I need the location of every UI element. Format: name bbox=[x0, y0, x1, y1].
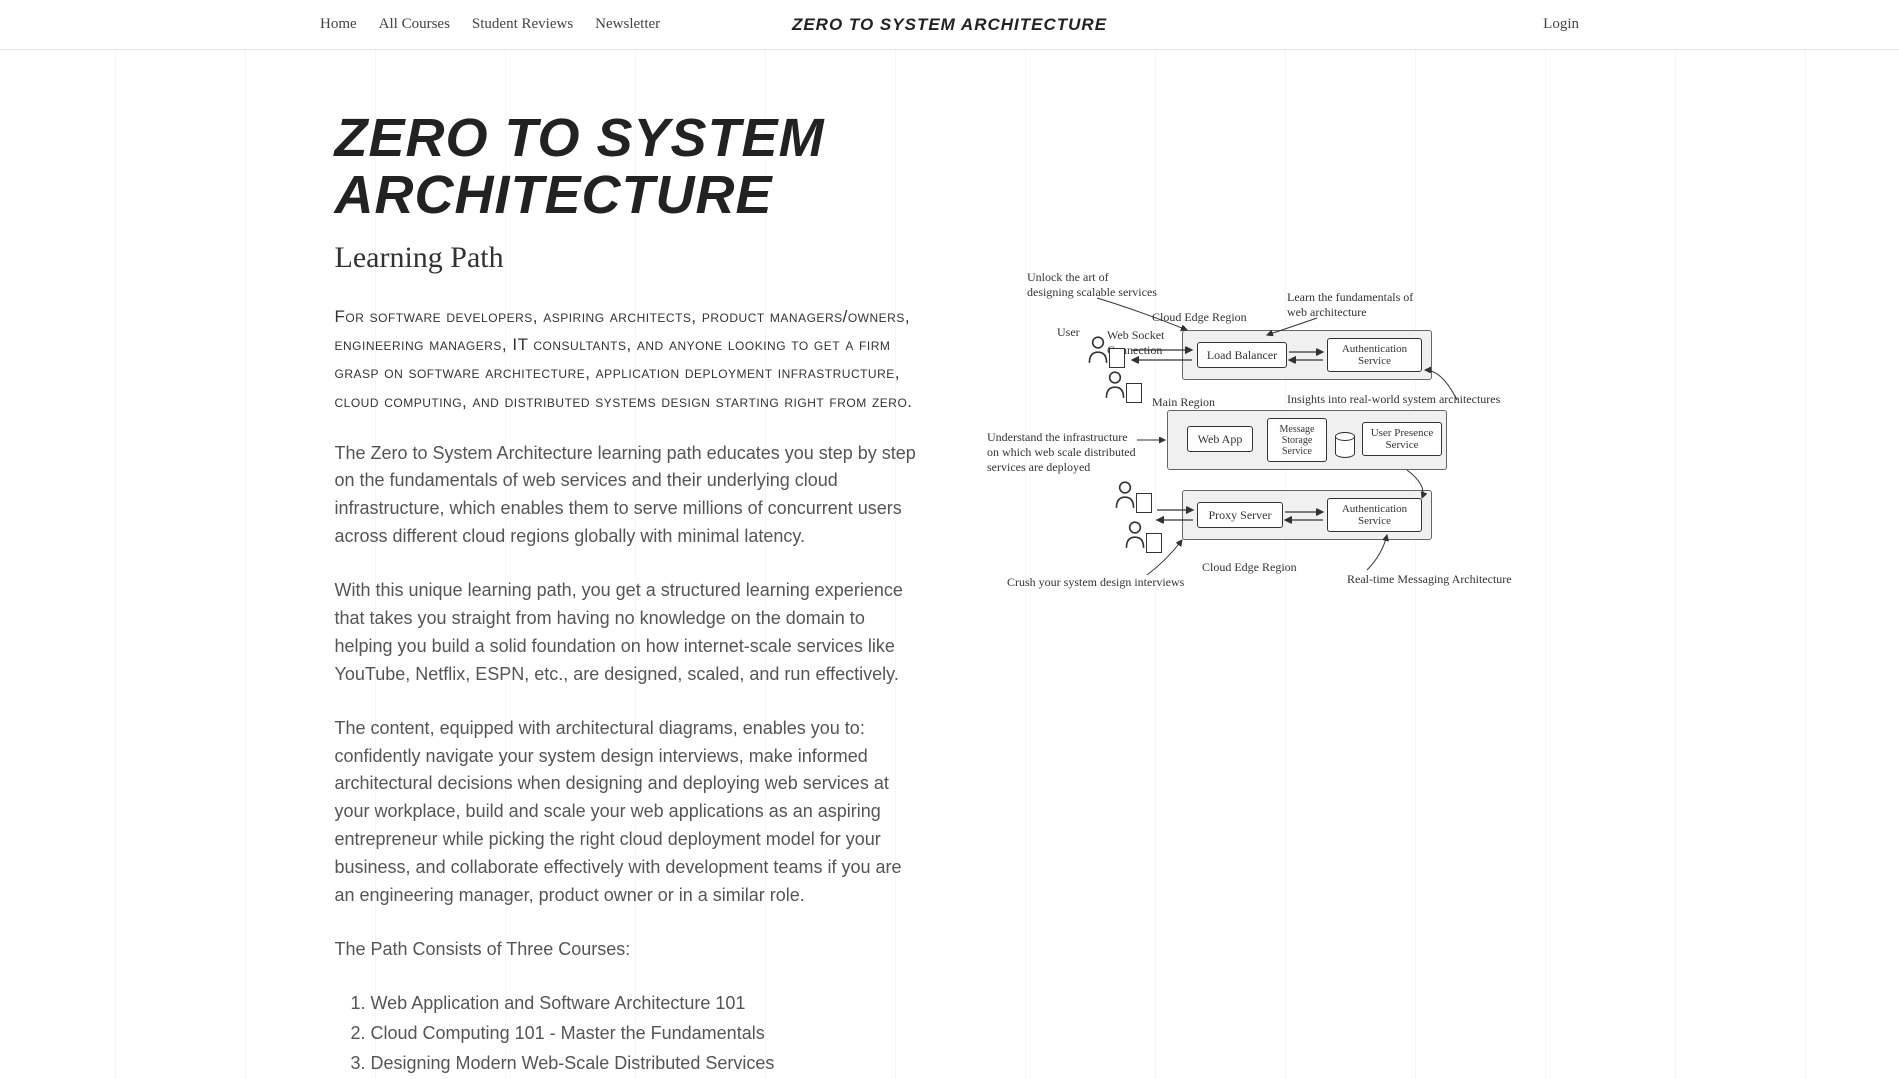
page-title: ZERO TO SYSTEM ARCHITECTURE bbox=[335, 110, 920, 223]
box-web-app: Web App bbox=[1187, 426, 1253, 452]
course-item-2: Cloud Computing 101 - Master the Fundame… bbox=[371, 1020, 920, 1048]
note-cloud-edge-top: Cloud Edge Region bbox=[1152, 310, 1247, 325]
body-paragraph-2: With this unique learning path, you get … bbox=[335, 577, 920, 689]
nav-student-reviews[interactable]: Student Reviews bbox=[472, 16, 573, 33]
body-paragraph-4: The Path Consists of Three Courses: bbox=[335, 936, 920, 964]
architecture-diagram: Unlock the art ofdesigning scalable serv… bbox=[987, 270, 1537, 650]
login-link[interactable]: Login bbox=[1543, 16, 1579, 33]
user-icon-1 bbox=[1085, 335, 1111, 365]
db-icon bbox=[1335, 432, 1355, 458]
note-user: User bbox=[1057, 325, 1080, 340]
course-item-3: Designing Modern Web-Scale Distributed S… bbox=[371, 1050, 920, 1078]
nav-all-courses[interactable]: All Courses bbox=[379, 16, 450, 33]
page-subtitle: Learning Path bbox=[335, 241, 920, 275]
body-paragraph-1: The Zero to System Architecture learning… bbox=[335, 440, 920, 552]
user-icon-4 bbox=[1122, 520, 1148, 550]
nav-newsletter[interactable]: Newsletter bbox=[595, 16, 660, 33]
note-crush: Crush your system design interviews bbox=[1007, 575, 1184, 590]
brand-logo[interactable]: ZERO TO SYSTEM ARCHITECTURE bbox=[792, 15, 1107, 35]
nav-left: Home All Courses Student Reviews Newslet… bbox=[320, 16, 660, 33]
note-learn: Learn the fundamentals ofweb architectur… bbox=[1287, 290, 1413, 320]
nav-home[interactable]: Home bbox=[320, 16, 357, 33]
note-understand: Understand the infrastructureon which we… bbox=[987, 430, 1136, 475]
user-icon-2 bbox=[1102, 370, 1128, 400]
note-unlock: Unlock the art ofdesigning scalable serv… bbox=[1027, 270, 1157, 300]
box-auth-top: AuthenticationService bbox=[1327, 338, 1422, 372]
note-realtime: Real-time Messaging Architecture bbox=[1347, 572, 1512, 587]
screen-icon-4 bbox=[1146, 533, 1162, 553]
box-load-balancer: Load Balancer bbox=[1197, 342, 1287, 368]
box-auth-bottom: AuthenticationService bbox=[1327, 498, 1422, 532]
note-insights: Insights into real-world system architec… bbox=[1287, 392, 1500, 407]
screen-icon-1 bbox=[1109, 348, 1125, 368]
box-proxy: Proxy Server bbox=[1197, 502, 1283, 528]
content-column: ZERO TO SYSTEM ARCHITECTURE Learning Pat… bbox=[325, 110, 950, 1079]
screen-icon-2 bbox=[1126, 383, 1142, 403]
course-item-1: Web Application and Software Architectur… bbox=[371, 990, 920, 1018]
note-cloud-edge-bottom: Cloud Edge Region bbox=[1202, 560, 1297, 575]
body-paragraph-3: The content, equipped with architectural… bbox=[335, 715, 920, 910]
top-navbar: Home All Courses Student Reviews Newslet… bbox=[0, 0, 1899, 50]
note-main-region: Main Region bbox=[1152, 395, 1215, 410]
screen-icon-3 bbox=[1136, 493, 1152, 513]
intro-paragraph: For software developers, aspiring archit… bbox=[335, 303, 920, 415]
course-list: Web Application and Software Architectur… bbox=[371, 990, 920, 1078]
box-msg-storage: MessageStorageService bbox=[1267, 418, 1327, 462]
box-user-presence: User PresenceService bbox=[1362, 422, 1442, 456]
user-icon-3 bbox=[1112, 480, 1138, 510]
